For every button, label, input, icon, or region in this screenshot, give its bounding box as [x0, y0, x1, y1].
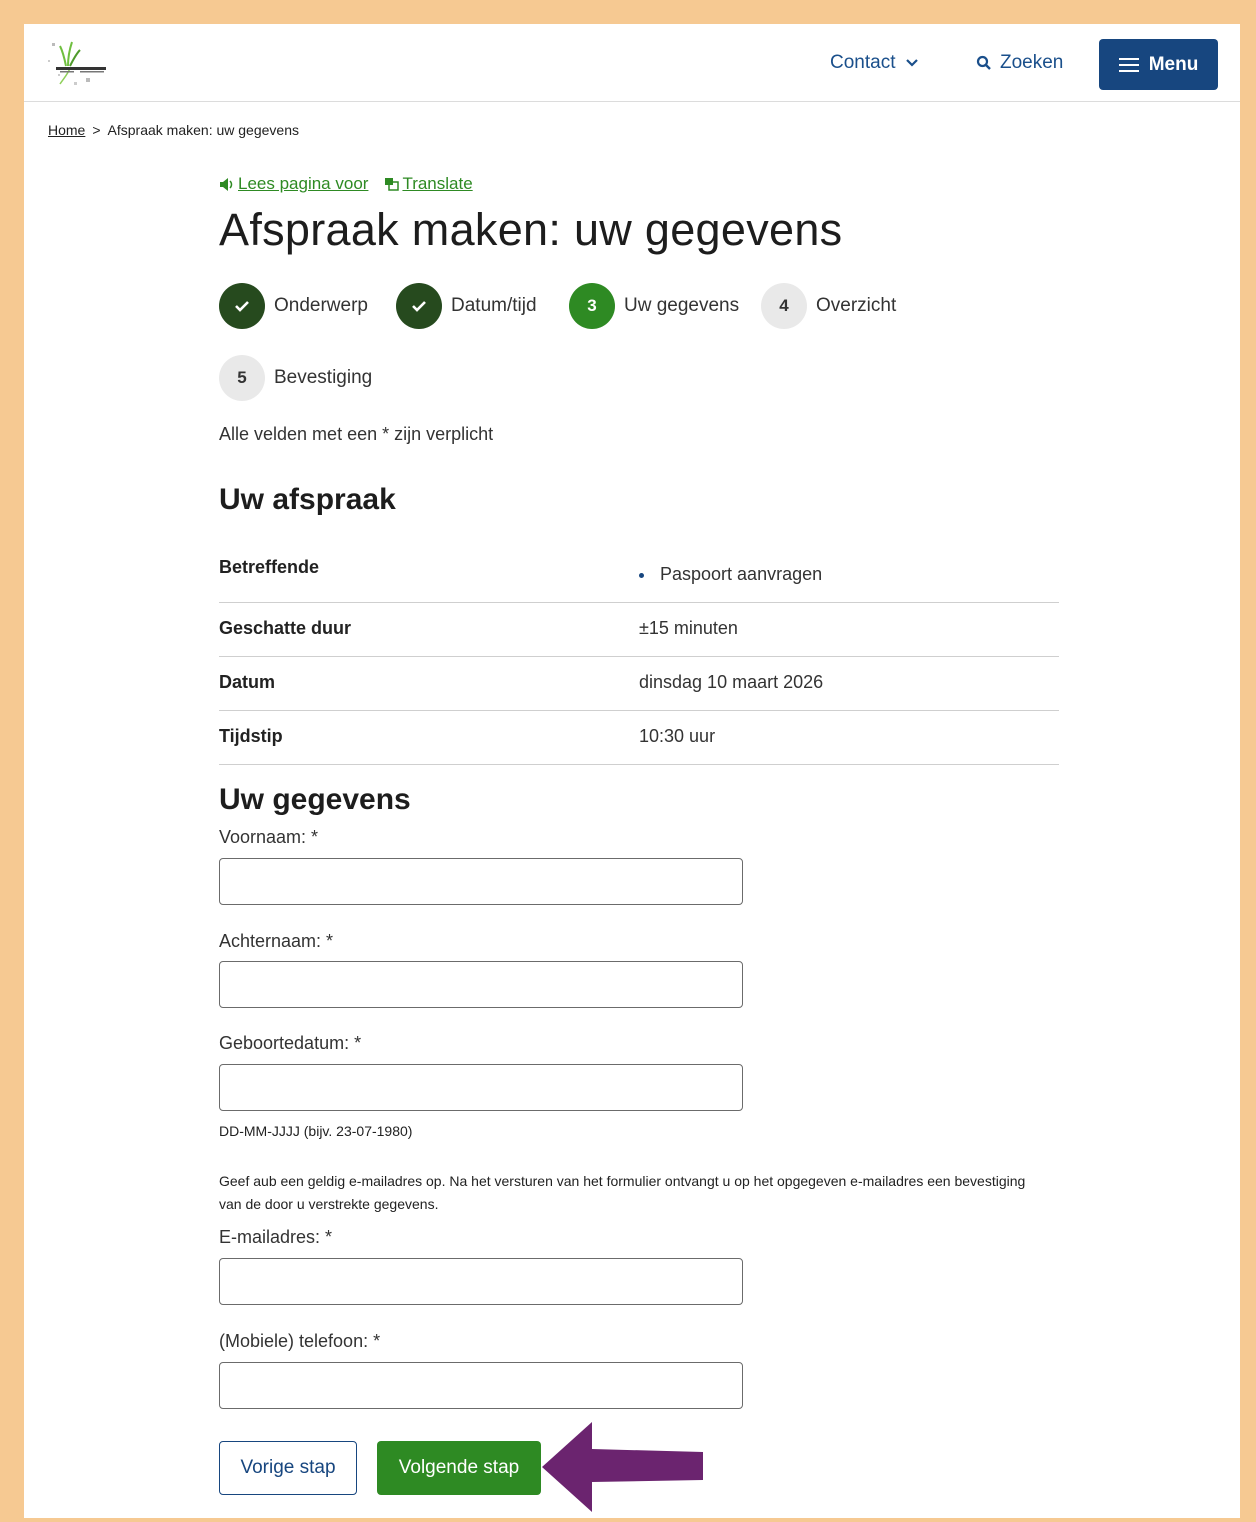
- read-aloud-label: Lees pagina voor: [238, 174, 369, 193]
- row-value: 10:30 uur: [639, 726, 716, 746]
- step-number: 4: [761, 283, 807, 329]
- chevron-right-icon: >: [92, 122, 101, 138]
- last-name-label: Achternaam: *: [219, 931, 334, 951]
- translate-link[interactable]: Translate: [384, 174, 473, 194]
- email-info-text: Geef aub een geldig e-mailadres op. Na h…: [219, 1173, 1026, 1212]
- contact-label: Contact: [830, 52, 896, 73]
- appointment-heading: Uw afspraak: [219, 483, 396, 516]
- municipality-logo[interactable]: [46, 38, 108, 90]
- search-button[interactable]: Zoeken: [976, 52, 1063, 74]
- step-label: Datum/tijd: [451, 295, 537, 316]
- row-label: Geschatte duur: [219, 618, 352, 638]
- breadcrumb-current: Afspraak maken: uw gegevens: [107, 122, 299, 138]
- step-bevestiging: 5 Bevestiging: [219, 355, 372, 401]
- row-value: dinsdag 10 maart 2026: [639, 672, 824, 692]
- search-icon: [976, 55, 991, 70]
- row-value: ±15 minuten: [639, 618, 738, 638]
- translate-icon: [385, 178, 400, 191]
- phone-input[interactable]: [219, 1362, 743, 1409]
- page-title: Afspraak maken: uw gegevens: [219, 204, 843, 255]
- read-aloud-link[interactable]: Lees pagina voor: [219, 174, 368, 194]
- next-step-button[interactable]: Volgende stap: [377, 1441, 541, 1495]
- step-label: Onderwerp: [274, 295, 368, 316]
- birth-date-input[interactable]: [219, 1064, 743, 1111]
- check-icon: [396, 283, 442, 329]
- step-onderwerp: Onderwerp: [219, 283, 368, 329]
- step-label: Bevestiging: [274, 367, 373, 388]
- step-label: Overzicht: [816, 295, 897, 316]
- row-label: Datum: [219, 672, 276, 692]
- details-heading: Uw gegevens: [219, 783, 411, 816]
- appointment-row-date: Datum dinsdag 10 maart 2026: [219, 657, 1059, 711]
- email-input[interactable]: [219, 1258, 743, 1305]
- contact-menu[interactable]: Contact: [830, 52, 919, 74]
- check-icon: [219, 283, 265, 329]
- annotation-arrow-icon: [542, 1422, 703, 1512]
- page-tools: Lees pagina voor Translate: [219, 174, 473, 194]
- row-label: Betreffende: [219, 557, 320, 577]
- chevron-down-icon: [906, 59, 919, 67]
- page: Contact Zoeken Menu Home > Afspraak make…: [24, 24, 1240, 1518]
- birth-date-label: Geboortedatum: *: [219, 1033, 362, 1053]
- row-value: Paspoort aanvragen: [639, 564, 822, 585]
- speaker-icon: [220, 177, 233, 191]
- appointment-row-duration: Geschatte duur ±15 minuten: [219, 603, 1059, 657]
- last-name-input[interactable]: [219, 961, 743, 1008]
- hamburger-icon: [1118, 57, 1139, 72]
- breadcrumb-home-link[interactable]: Home: [48, 122, 85, 138]
- step-uw-gegevens: 3 Uw gegevens: [569, 283, 739, 329]
- previous-step-button[interactable]: Vorige stap: [219, 1441, 357, 1495]
- menu-button[interactable]: Menu: [1099, 39, 1218, 90]
- step-label: Uw gegevens: [624, 295, 740, 316]
- required-fields-note: Alle velden met een * zijn verplicht: [219, 424, 494, 444]
- appointment-row-subject: Betreffende Paspoort aanvragen: [219, 546, 1059, 603]
- breadcrumb: Home > Afspraak maken: uw gegevens: [48, 122, 299, 138]
- step-number: 5: [219, 355, 265, 401]
- step-number: 3: [569, 283, 615, 329]
- first-name-input[interactable]: [219, 858, 743, 905]
- first-name-label: Voornaam: *: [219, 827, 319, 847]
- phone-label: (Mobiele) telefoon: *: [219, 1331, 381, 1351]
- appointment-row-time: Tijdstip 10:30 uur: [219, 711, 1059, 765]
- birth-date-hint: DD-MM-JJJJ (bijv. 23-07-1980): [219, 1123, 413, 1139]
- site-header: Contact Zoeken Menu: [24, 24, 1240, 102]
- search-label: Zoeken: [1000, 52, 1064, 73]
- translate-label: Translate: [402, 174, 473, 193]
- step-overzicht: 4 Overzicht: [761, 283, 896, 329]
- step-datum-tijd: Datum/tijd: [396, 283, 537, 329]
- subject-value: Paspoort aanvragen: [660, 564, 823, 584]
- bullet-icon: [639, 572, 644, 578]
- row-label: Tijdstip: [219, 726, 283, 746]
- menu-label: Menu: [1148, 53, 1199, 75]
- email-label: E-mailadres: *: [219, 1227, 333, 1247]
